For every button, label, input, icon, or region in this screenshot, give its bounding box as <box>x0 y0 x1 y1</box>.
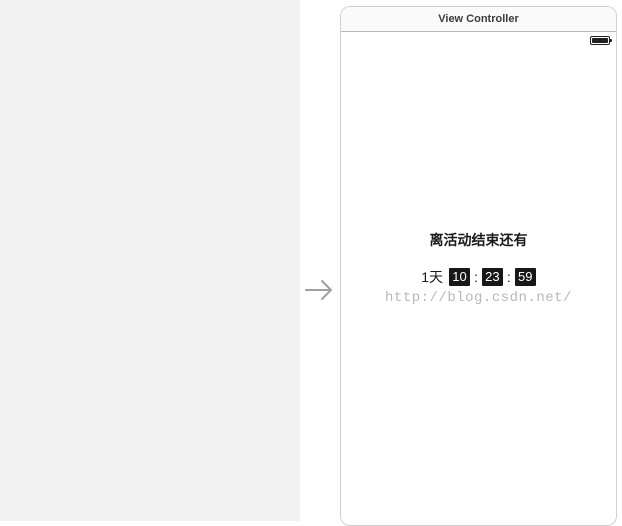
countdown-separator: : <box>506 269 512 285</box>
window-titlebar: View Controller <box>341 7 616 32</box>
battery-fill <box>592 38 608 43</box>
countdown-timer: 1天 10 : 23 : 59 <box>341 267 616 287</box>
status-bar <box>341 32 616 48</box>
app-content: 离活动结束还有 1天 10 : 23 : 59 http://blog.csdn… <box>341 48 616 525</box>
window-title: View Controller <box>438 13 518 25</box>
watermark-text: http://blog.csdn.net/ <box>341 290 616 306</box>
editor-canvas-blank <box>0 0 300 521</box>
arrow-right-icon <box>302 272 338 308</box>
countdown-seconds: 59 <box>515 268 536 286</box>
simulator-frame: View Controller 离活动结束还有 1天 10 : 23 : 59 … <box>340 6 617 526</box>
countdown-minutes: 23 <box>482 268 503 286</box>
countdown-separator: : <box>473 269 479 285</box>
countdown-days: 1天 <box>421 267 443 287</box>
countdown-hours: 10 <box>449 268 470 286</box>
countdown-title: 离活动结束还有 <box>341 230 616 250</box>
battery-icon <box>590 36 610 45</box>
